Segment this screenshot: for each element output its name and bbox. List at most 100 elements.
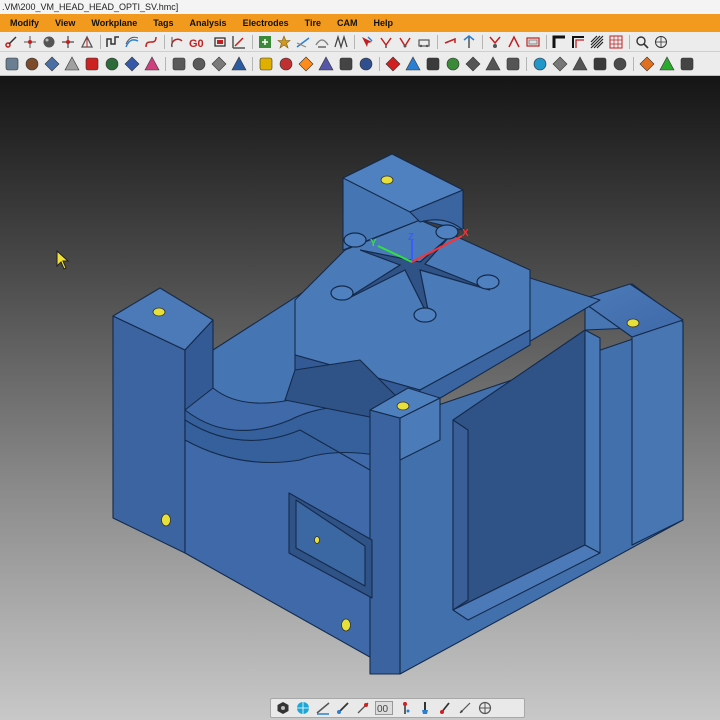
warning-icon[interactable] — [256, 54, 275, 73]
zoom-icon[interactable] — [588, 33, 605, 50]
redo-icon[interactable] — [189, 54, 208, 73]
brush-icon[interactable] — [334, 700, 352, 716]
menu-help[interactable]: Help — [373, 18, 393, 28]
toolbar-separator — [164, 34, 165, 49]
rect-icon[interactable] — [211, 33, 228, 50]
edit-nc-icon[interactable] — [637, 54, 656, 73]
cut-icon[interactable] — [2, 33, 19, 50]
crosshair-icon[interactable] — [590, 54, 609, 73]
target-icon[interactable] — [476, 700, 494, 716]
cone-icon[interactable] — [313, 33, 330, 50]
menu-tags[interactable]: Tags — [153, 18, 173, 28]
menu-workplane[interactable]: Workplane — [91, 18, 137, 28]
paint-icon[interactable] — [142, 54, 161, 73]
menu-tire[interactable]: Tire — [305, 18, 321, 28]
menu-electrodes[interactable]: Electrodes — [243, 18, 289, 28]
import-icon[interactable] — [82, 54, 101, 73]
search-icon[interactable] — [633, 33, 650, 50]
layer-icon[interactable] — [423, 54, 442, 73]
wave-icon[interactable] — [569, 33, 586, 50]
pin-icon[interactable] — [396, 700, 414, 716]
plane-icon[interactable] — [275, 33, 292, 50]
sphere-icon[interactable] — [40, 33, 57, 50]
toolbar-separator — [526, 56, 527, 71]
curve-tool-icon[interactable] — [503, 54, 522, 73]
undo-icon[interactable] — [169, 54, 188, 73]
zigzag-icon[interactable] — [332, 33, 349, 50]
transform-icon[interactable] — [78, 33, 95, 50]
globe-icon[interactable] — [294, 700, 312, 716]
surface-tool-icon[interactable] — [443, 54, 462, 73]
open-icon[interactable] — [22, 54, 41, 73]
simulate-icon[interactable] — [530, 54, 549, 73]
ball-icon[interactable] — [403, 54, 422, 73]
g0-label: G0 — [189, 38, 204, 49]
measure-icon[interactable] — [314, 700, 332, 716]
toolbar-separator — [252, 56, 253, 71]
curve-icon[interactable] — [142, 33, 159, 50]
spark-icon[interactable] — [383, 54, 402, 73]
next-icon[interactable] — [677, 54, 696, 73]
select-pen-icon[interactable] — [436, 700, 454, 716]
offset-icon[interactable] — [123, 33, 140, 50]
blade-icon[interactable] — [102, 54, 121, 73]
menu-cam[interactable]: CAM — [337, 18, 358, 28]
boot-icon[interactable] — [356, 54, 375, 73]
machine-icon[interactable] — [570, 54, 589, 73]
point-icon[interactable] — [21, 33, 38, 50]
toolbar-separator — [379, 56, 380, 71]
play-icon[interactable] — [657, 54, 676, 73]
slope-icon[interactable] — [415, 33, 432, 50]
sine-icon[interactable] — [463, 54, 482, 73]
double-zero-icon[interactable]: 00 — [374, 700, 394, 716]
hexagon-icon[interactable] — [274, 700, 292, 716]
part-body — [112, 153, 684, 675]
toolbar-separator — [629, 34, 630, 49]
merge-icon[interactable] — [377, 33, 394, 50]
save-icon[interactable] — [42, 54, 61, 73]
solid-icon[interactable] — [229, 54, 248, 73]
3d-viewport[interactable]: Z Y X 00 — [0, 76, 720, 720]
loop-icon[interactable]: G0 — [187, 33, 209, 50]
hatch-icon[interactable] — [550, 33, 567, 50]
menu-analysis[interactable]: Analysis — [190, 18, 227, 28]
star-icon[interactable] — [256, 33, 273, 50]
wireframe-icon[interactable] — [652, 33, 669, 50]
laser-icon[interactable] — [354, 700, 372, 716]
hole — [314, 536, 320, 544]
mesh-icon[interactable] — [486, 33, 503, 50]
y-axis-label: Y — [370, 238, 377, 249]
gem-icon[interactable] — [610, 54, 629, 73]
processing-icon[interactable] — [296, 54, 315, 73]
paintbrush-icon[interactable] — [416, 700, 434, 716]
toolbar-bottom: 00 — [270, 698, 525, 718]
edit-icon[interactable] — [122, 54, 141, 73]
corner-icon[interactable] — [505, 33, 522, 50]
stock-icon[interactable] — [62, 54, 81, 73]
calc-icon[interactable] — [316, 54, 335, 73]
hole — [161, 513, 171, 527]
lens-icon[interactable] — [460, 33, 477, 50]
new-icon[interactable] — [2, 54, 21, 73]
ruler-icon[interactable] — [209, 54, 228, 73]
surface-icon[interactable] — [104, 33, 121, 50]
hat-icon[interactable] — [276, 54, 295, 73]
scan-icon[interactable] — [396, 33, 413, 50]
cad-model[interactable]: Z Y X — [0, 76, 720, 720]
workplane-icon[interactable] — [230, 33, 247, 50]
menu-modify[interactable]: Modify — [10, 18, 39, 28]
menu-view[interactable]: View — [55, 18, 75, 28]
select-icon[interactable] — [358, 33, 375, 50]
mesh-view-icon[interactable] — [607, 33, 624, 50]
stylus-icon[interactable] — [456, 700, 474, 716]
corner-alt-icon[interactable] — [524, 33, 541, 50]
tool-icon[interactable] — [336, 54, 355, 73]
toolbar-separator — [633, 56, 634, 71]
sketch-icon[interactable] — [441, 33, 458, 50]
hole — [152, 307, 166, 317]
rotate-icon[interactable] — [550, 54, 569, 73]
arc-icon[interactable] — [168, 33, 185, 50]
arrow-icon[interactable] — [483, 54, 502, 73]
fillet-icon[interactable] — [294, 33, 311, 50]
move-icon[interactable] — [59, 33, 76, 50]
